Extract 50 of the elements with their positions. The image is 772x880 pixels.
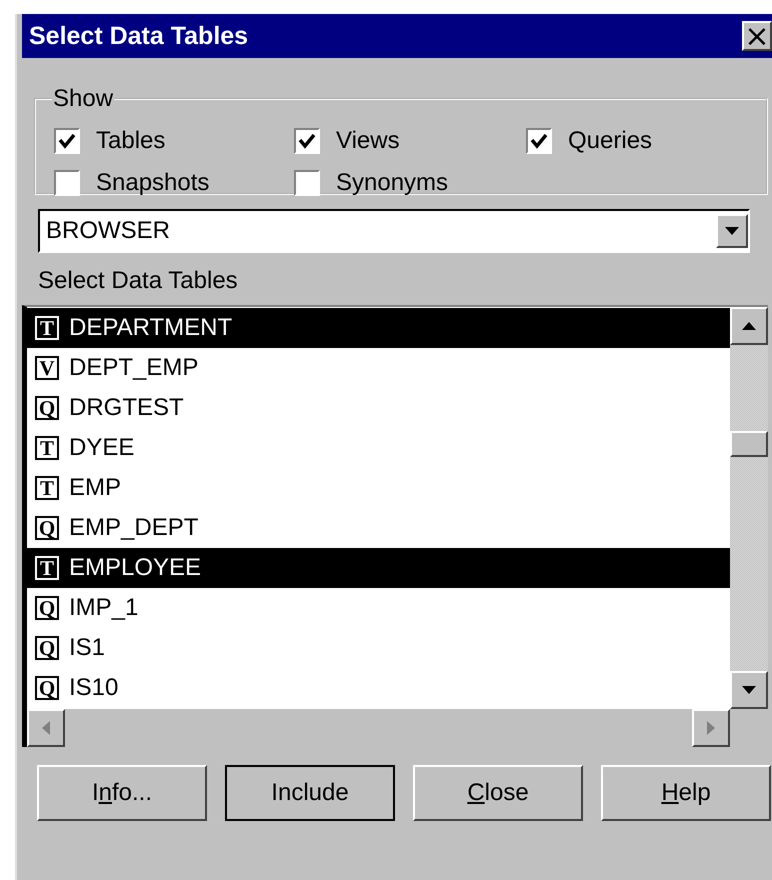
window-title: Select Data Tables bbox=[29, 22, 248, 50]
table-list-item[interactable]: Q EMP_DEPT bbox=[27, 508, 730, 548]
table-list-item[interactable]: Q DRGTEST bbox=[27, 388, 730, 428]
type-badge: T bbox=[35, 556, 59, 580]
table-list-item[interactable]: T EMP bbox=[27, 468, 730, 508]
checkbox-option[interactable]: Snapshots bbox=[54, 169, 294, 197]
type-badge: Q bbox=[35, 636, 59, 660]
checkbox-option[interactable]: Synonyms bbox=[294, 169, 526, 197]
list-label: Select Data Tables bbox=[38, 267, 239, 295]
checkbox[interactable] bbox=[294, 170, 320, 196]
type-badge: Q bbox=[35, 676, 59, 700]
scroll-down-icon bbox=[742, 686, 756, 694]
vertical-scrollbar[interactable] bbox=[730, 307, 768, 709]
close-button[interactable]: × bbox=[742, 21, 772, 51]
dialog-button[interactable]: Include bbox=[225, 765, 395, 821]
type-badge: V bbox=[35, 356, 59, 380]
group-title: Show bbox=[52, 85, 114, 113]
type-badge: Q bbox=[35, 516, 59, 540]
scroll-thumb[interactable] bbox=[730, 431, 768, 457]
type-badge: T bbox=[35, 476, 59, 500]
scroll-right-icon bbox=[707, 721, 715, 735]
table-list-item[interactable]: T DEPARTMENT bbox=[27, 308, 730, 348]
horizontal-scrollbar[interactable] bbox=[27, 709, 730, 747]
checkbox[interactable] bbox=[54, 128, 80, 154]
checkbox-option[interactable]: Views bbox=[294, 127, 526, 155]
checkbox-option[interactable]: Tables bbox=[54, 127, 294, 155]
checkbox-option[interactable]: Queries bbox=[526, 127, 726, 155]
dialog-button[interactable]: Help bbox=[601, 765, 771, 821]
table-list-item[interactable]: T EMPLOYEE bbox=[27, 548, 730, 588]
dialog-button[interactable]: Info... bbox=[37, 765, 207, 821]
type-badge: Q bbox=[35, 396, 59, 420]
dialog-button[interactable]: Close bbox=[413, 765, 583, 821]
table-list-item[interactable]: V DEPT_EMP bbox=[27, 348, 730, 388]
type-badge: Q bbox=[35, 596, 59, 620]
check-icon bbox=[58, 132, 76, 150]
table-list-item[interactable]: T DYEE bbox=[27, 428, 730, 468]
table-list-item[interactable]: Q IS1 bbox=[27, 628, 730, 668]
owner-dropdown[interactable]: BROWSER bbox=[38, 209, 750, 253]
type-badge: T bbox=[35, 436, 59, 460]
check-icon bbox=[530, 132, 548, 150]
scroll-left-icon bbox=[42, 721, 50, 735]
type-badge: T bbox=[35, 316, 59, 340]
table-list-item[interactable]: Q IMP_1 bbox=[27, 588, 730, 628]
checkbox[interactable] bbox=[54, 170, 80, 196]
checkbox[interactable] bbox=[526, 128, 552, 154]
checkbox[interactable] bbox=[294, 128, 320, 154]
dropdown-arrow-icon bbox=[725, 227, 739, 235]
table-list-item[interactable]: Q IS10 bbox=[27, 668, 730, 708]
scroll-up-icon bbox=[742, 322, 756, 330]
check-icon bbox=[298, 132, 316, 150]
